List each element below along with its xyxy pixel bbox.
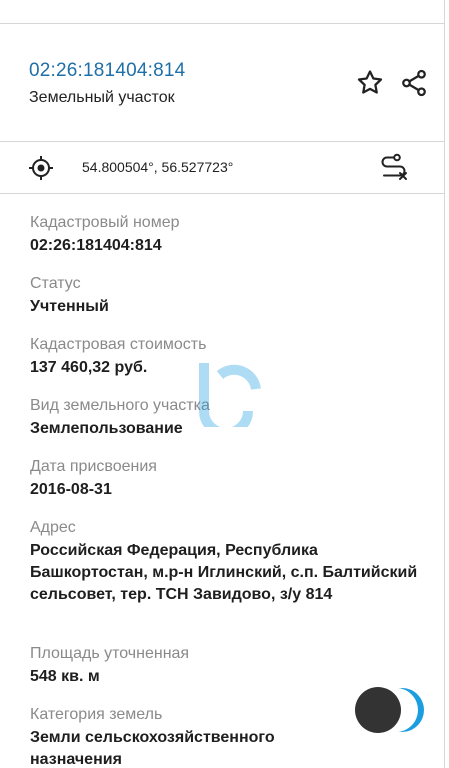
field-assignment-date: Дата присвоения 2016-08-31 [30,457,157,501]
field-label: Адрес [30,519,76,536]
field-area: Площадь уточненная 548 кв. м [30,644,189,688]
favorite-button[interactable] [355,68,385,98]
details-list: Кадастровый номер 02:26:181404:814 Стату… [0,194,445,768]
field-label: Дата присвоения [30,458,157,475]
field-value: Учтенный [30,298,109,315]
field-value: 2016-08-31 [30,481,112,498]
field-cadastral-number: Кадастровый номер 02:26:181404:814 [30,213,180,257]
field-label: Вид земельного участка [30,397,210,414]
share-icon [402,69,426,97]
top-strip [0,0,445,24]
field-value: Землепользование [30,420,183,437]
field-value: 02:26:181404:814 [30,237,162,254]
field-label: Кадастровый номер [30,214,180,231]
object-header: 02:26:181404:814 Земельный участок [0,24,445,142]
cadastral-number-link[interactable]: 02:26:181404:814 [29,60,185,82]
app-logo-icon [355,687,424,733]
field-status: Статус Учтенный [30,274,109,318]
field-address: Адрес Российская Федерация, Республика Б… [30,518,420,606]
object-type: Земельный участок [29,89,175,106]
watermark-logo-icon [199,363,261,427]
field-label: Площадь уточненная [30,645,190,662]
field-label: Категория земель [30,706,163,723]
field-label: Статус [30,275,81,292]
field-land-type: Вид земельного участка Землепользование [30,396,210,440]
coordinates-text: 54.800504°, 56.527723° [82,159,234,175]
field-label: Кадастровая стоимость [30,336,207,353]
route-icon[interactable] [380,153,408,183]
coordinates-bar: 54.800504°, 56.527723° [0,142,445,194]
share-button[interactable] [399,68,429,98]
field-value: Земли сельскохозяйственного назначения [30,729,275,768]
field-cadastral-value: Кадастровая стоимость 137 460,32 руб. [30,335,206,379]
field-value: Российская Федерация, Республика Башкорт… [30,542,418,603]
field-value: 137 460,32 руб. [30,359,148,376]
target-icon[interactable] [28,155,54,181]
field-value: 548 кв. м [30,668,100,685]
star-icon [357,70,383,94]
floating-action-button[interactable] [354,686,428,734]
field-land-category: Категория земель Земли сельскохозяйствен… [30,705,360,768]
